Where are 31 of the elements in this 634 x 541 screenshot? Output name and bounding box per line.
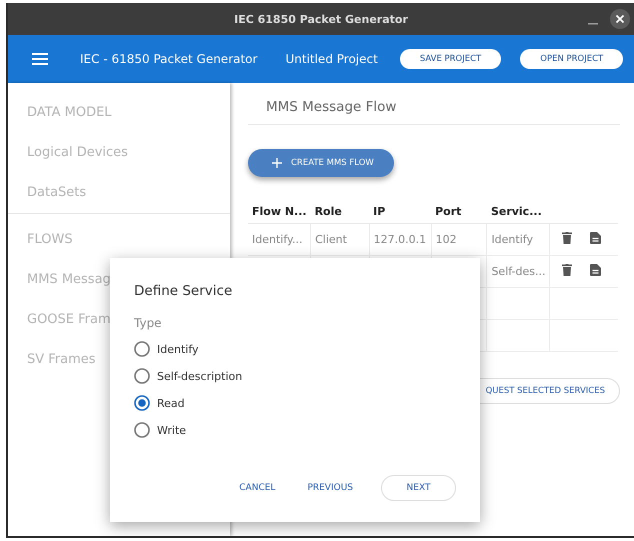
- table-cell: Identify...: [252, 233, 302, 246]
- sidebar-item[interactable]: DataSets: [8, 173, 230, 213]
- table-cell: 127.0.0.1: [374, 233, 426, 246]
- radio-label: Self-description: [157, 370, 242, 382]
- sidebar-item[interactable]: DATA MODEL: [8, 93, 230, 133]
- section-heading: MMS Message Flow: [248, 83, 620, 125]
- dialog-title: Define Service: [134, 283, 234, 299]
- column-header: IP: [369, 199, 432, 224]
- table-cell: Client: [315, 233, 347, 246]
- project-name: Untitled Project: [285, 52, 378, 66]
- dialog-button[interactable]: PREVIOUS: [297, 475, 363, 501]
- radio-label: Write: [157, 424, 186, 436]
- sidebar-item[interactable]: Logical Devices: [8, 133, 230, 173]
- radio-label: Read: [157, 396, 185, 410]
- column-header: Servic...: [486, 199, 550, 224]
- create-flow-button[interactable]: CREATE MMS FLOW: [248, 149, 394, 177]
- column-header: Role: [310, 199, 370, 224]
- field-label: Type: [134, 316, 163, 330]
- dialog-button[interactable]: NEXT: [381, 475, 456, 501]
- radio-label: Identify: [157, 342, 199, 356]
- project-button[interactable]: OPEN PROJECT: [520, 49, 624, 69]
- table-cell: Self-des...: [491, 265, 546, 278]
- table-cell: 102: [436, 233, 457, 246]
- app-title: IEC - 61850 Packet Generator: [80, 52, 258, 66]
- dialog-button[interactable]: CANCEL: [229, 475, 286, 501]
- table-cell: Identify: [491, 233, 533, 246]
- column-header: Port: [431, 199, 487, 224]
- column-header: Flow N...: [248, 199, 311, 224]
- project-button[interactable]: SAVE PROJECT: [400, 49, 502, 69]
- sidebar-item[interactable]: FLOWS: [8, 220, 230, 260]
- window-title: IEC 61850 Packet Generator: [234, 12, 408, 26]
